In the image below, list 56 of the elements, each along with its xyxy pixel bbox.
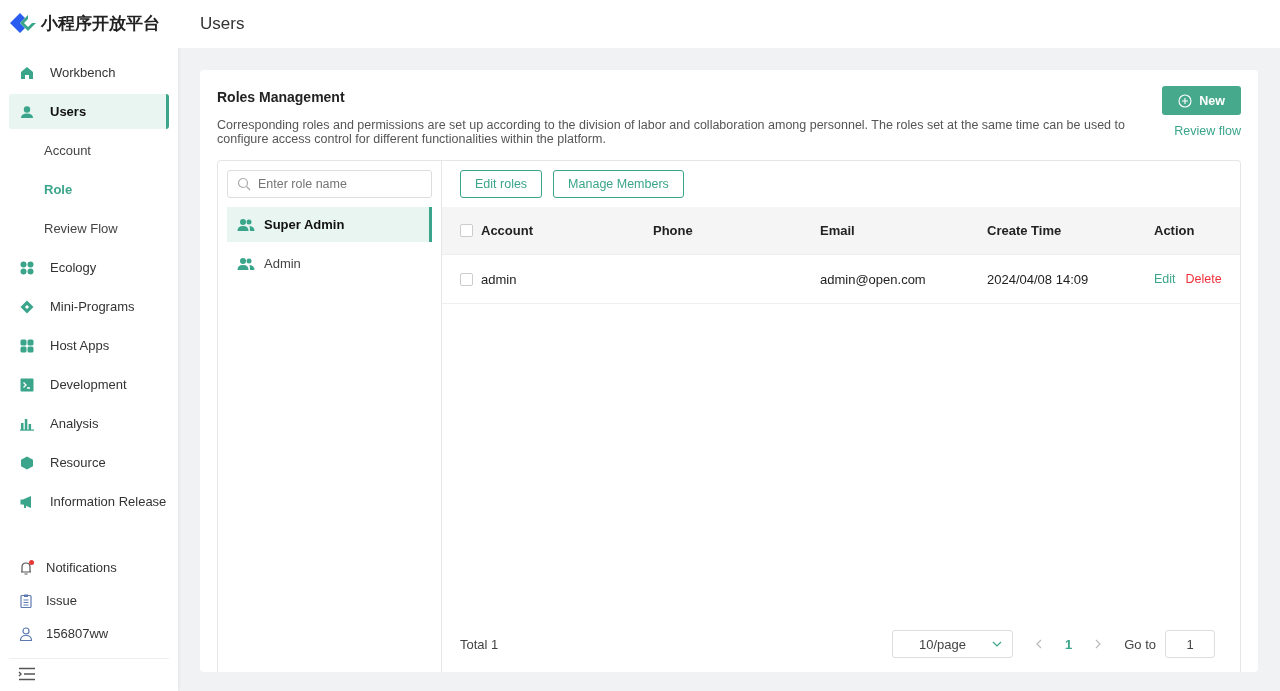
column-header: Action — [1154, 223, 1195, 238]
page-title: Users — [200, 14, 245, 34]
table-cell: admin@open.com — [820, 271, 926, 287]
nav-subitem[interactable]: Review Flow — [9, 211, 169, 246]
section-title: Roles Management — [217, 89, 346, 105]
nav-item[interactable]: Host Apps — [9, 328, 169, 363]
menu-icon[interactable] — [18, 667, 36, 681]
logo-icon — [8, 11, 38, 35]
column-header: Phone — [653, 223, 693, 238]
clipboard-icon — [18, 592, 34, 609]
clover-icon — [20, 260, 34, 275]
nav-item[interactable]: Ecology — [9, 250, 169, 285]
goto-field[interactable]: 1 — [1165, 630, 1215, 658]
nav-item[interactable]: Analysis — [9, 406, 169, 441]
cube-icon — [20, 455, 34, 470]
table-cell: admin — [481, 271, 517, 287]
nav-item[interactable]: Issue — [0, 584, 178, 617]
diamond-icon — [20, 299, 34, 314]
select-all-checkbox[interactable] — [460, 224, 473, 237]
role-item[interactable]: Super Admin — [227, 207, 432, 242]
chevron-down-icon — [991, 641, 1002, 647]
nav-item[interactable]: Workbench — [9, 55, 169, 90]
chevron-left-icon[interactable] — [1034, 639, 1043, 649]
total-count: Total 1 — [460, 636, 499, 652]
nav-item[interactable]: 156807ww — [0, 617, 178, 650]
users-icon — [237, 256, 255, 271]
grid-icon — [20, 338, 34, 353]
goto-label: Go to — [1124, 636, 1156, 652]
role-item[interactable]: Admin — [227, 246, 432, 281]
nav-item[interactable]: Mini-Programs — [9, 289, 169, 324]
nav-item[interactable]: Notifications — [0, 551, 178, 584]
person-icon — [18, 625, 34, 642]
nav-item[interactable]: Development — [9, 367, 169, 402]
row-checkbox[interactable] — [460, 272, 473, 286]
search-field[interactable]: Enter role name — [227, 170, 432, 198]
chevron-right-icon[interactable] — [1094, 639, 1103, 649]
page-size-select[interactable]: 10/page — [891, 630, 1013, 658]
home-icon — [20, 65, 34, 80]
nav-subitem[interactable]: Account — [9, 133, 169, 168]
section-description: Corresponding roles and permissions are set up according to the division of labor and collaboration among personnel. The roles set at the same time can be used to configure access control for different functionalities within the platform. — [217, 118, 1126, 146]
nav-item[interactable]: Users — [9, 94, 169, 129]
column-header: Email — [820, 223, 855, 238]
bell-icon — [18, 559, 34, 576]
app-title: 小程序开放平台 — [41, 12, 160, 35]
bars-icon — [20, 416, 34, 431]
delete-link[interactable]: Delete — [1185, 272, 1222, 286]
nav-item[interactable]: Resource — [9, 445, 169, 480]
plus-circle-icon — [1178, 93, 1193, 108]
column-header: Create Time — [987, 223, 1062, 238]
table-cell: 2024/04/08 14:09 — [987, 271, 1089, 287]
megaphone-icon — [20, 494, 34, 509]
users-icon — [237, 217, 255, 232]
user-icon — [20, 104, 34, 119]
column-header: Account — [481, 223, 533, 238]
nav-item[interactable]: Information Release — [9, 484, 169, 519]
terminal-icon — [20, 377, 34, 392]
